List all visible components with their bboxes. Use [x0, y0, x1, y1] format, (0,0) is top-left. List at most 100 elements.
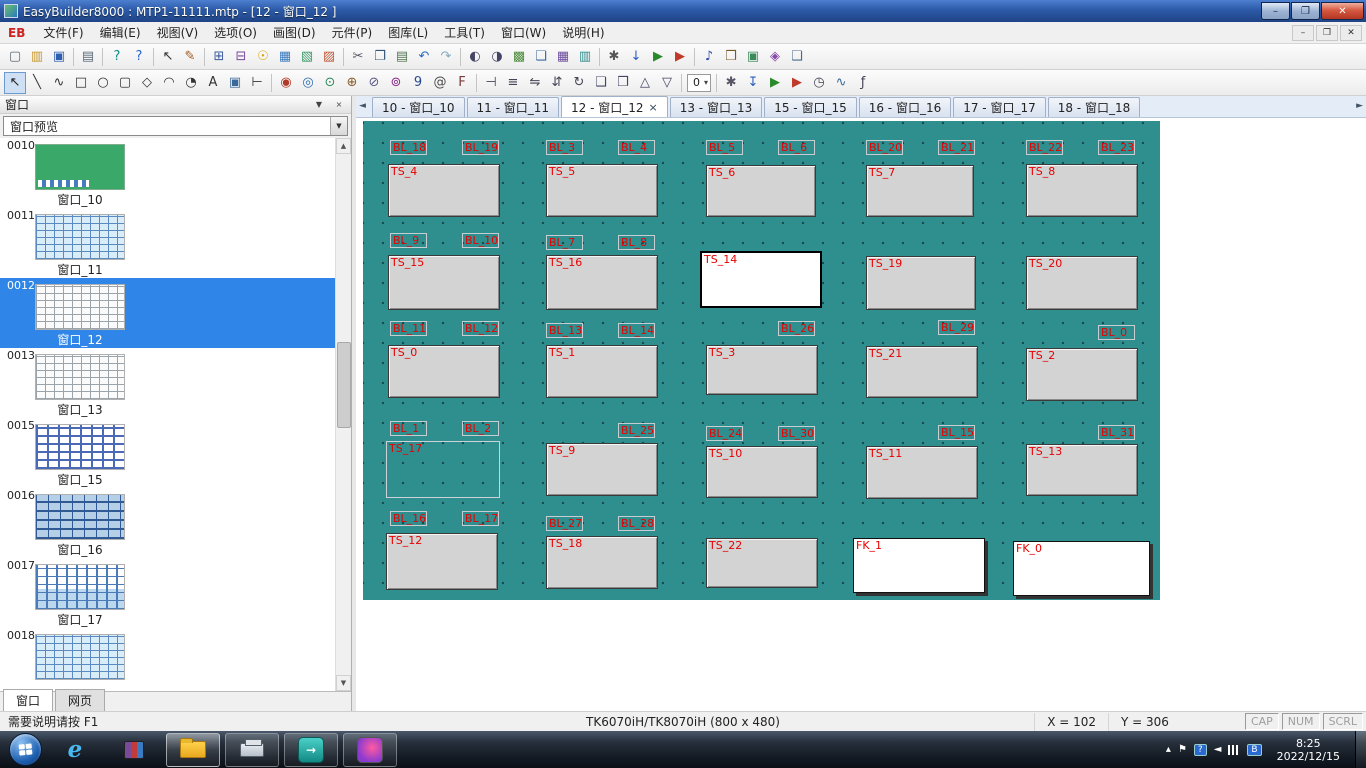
window-list-item-0013[interactable]: 0013窗口_13 — [0, 348, 335, 418]
window-preview-combo[interactable]: 窗口预览 ▼ — [3, 116, 348, 136]
macro-icon-icon[interactable]: ƒ — [852, 72, 874, 94]
close-button[interactable]: ✕ — [1321, 2, 1364, 20]
menu-item-工具(T)[interactable]: 工具(T) — [436, 22, 493, 43]
network-icon[interactable] — [1228, 745, 1240, 755]
window-list-item-0012[interactable]: 0012窗口_12 — [0, 278, 335, 348]
set-word-icon[interactable]: ⊕ — [341, 72, 363, 94]
taskbar-app-windows-explorer[interactable] — [166, 733, 220, 767]
ascii-input-icon[interactable]: @ — [429, 72, 451, 94]
canvas-widget-TS_7[interactable]: TS_7 — [866, 165, 974, 217]
tab-scroll-right-icon[interactable]: ► — [1356, 101, 1363, 111]
mdi-minimize-button[interactable]: – — [1292, 25, 1314, 41]
picture-library-icon[interactable]: ▣ — [742, 46, 764, 68]
tab-17---窗口_17[interactable]: 17 - 窗口_17 — [953, 97, 1046, 117]
context-help-icon[interactable]: ? — [128, 46, 150, 68]
send-to-back-icon[interactable]: ▽ — [656, 72, 678, 94]
panel-tab-window[interactable]: 窗口 — [3, 689, 53, 711]
menu-item-图库(L)[interactable]: 图库(L) — [380, 22, 436, 43]
simulate-online-icon[interactable]: ▶ — [669, 46, 691, 68]
window-cascade-icon[interactable]: ❏ — [530, 46, 552, 68]
print-icon[interactable]: ▤ — [77, 46, 99, 68]
canvas-widget-BL_10[interactable]: BL_10 — [462, 233, 499, 248]
address-grid-icon[interactable]: ▥ — [574, 46, 596, 68]
scroll-up-icon[interactable]: ▲ — [336, 138, 351, 154]
tab-close-icon[interactable]: × — [649, 101, 658, 114]
window-list-scrollbar[interactable]: ▲ ▼ — [335, 138, 351, 691]
window-list-item-0015[interactable]: 0015窗口_15 — [0, 418, 335, 488]
picture-tool-icon[interactable]: ▣ — [224, 72, 246, 94]
window-tile-icon[interactable]: ▩ — [508, 46, 530, 68]
polyline-tool-icon[interactable]: ∿ — [48, 72, 70, 94]
flip-vertical-icon[interactable]: ⇵ — [546, 72, 568, 94]
canvas-widget-BL_1[interactable]: BL_1 — [390, 421, 427, 436]
start-button[interactable] — [9, 733, 42, 766]
panel-close-icon[interactable]: × — [332, 100, 346, 109]
window-list-item-0010[interactable]: 0010窗口_10 — [0, 138, 335, 208]
undo-icon[interactable]: ↶ — [413, 46, 435, 68]
compile-icon[interactable]: ✱ — [603, 46, 625, 68]
canvas-widget-FK_0[interactable]: FK_0 — [1013, 541, 1150, 596]
window-list-item-0016[interactable]: 0016窗口_16 — [0, 488, 335, 558]
download-icon[interactable]: ↓ — [625, 46, 647, 68]
flip-horizontal-icon[interactable]: ⇋ — [524, 72, 546, 94]
canvas-widget-TS_19[interactable]: TS_19 — [866, 256, 976, 310]
restore-button[interactable]: ❐ — [1291, 2, 1320, 20]
open-window-icon[interactable]: ▧ — [296, 46, 318, 68]
canvas-widget-TS_5[interactable]: TS_5 — [546, 164, 658, 217]
canvas-widget-TS_20[interactable]: TS_20 — [1026, 256, 1138, 310]
toggle-switch-icon[interactable]: ⊘ — [363, 72, 385, 94]
close-window-icon[interactable]: ▨ — [318, 46, 340, 68]
menu-item-说明(H)[interactable]: 说明(H) — [554, 22, 612, 43]
canvas-widget-TS_3[interactable]: TS_3 — [706, 345, 818, 395]
bulb-icon[interactable]: ☉ — [252, 46, 274, 68]
tab-11---窗口_11[interactable]: 11 - 窗口_11 — [467, 97, 560, 117]
canvas-widget-BL_4[interactable]: BL_4 — [618, 140, 655, 155]
canvas-widget-TS_17[interactable]: TS_17 — [386, 441, 500, 498]
word-lamp-icon[interactable]: ◎ — [297, 72, 319, 94]
copy-icon[interactable]: ❐ — [369, 46, 391, 68]
canvas-widget-TS_11[interactable]: TS_11 — [866, 446, 978, 499]
canvas-widget-BL_29[interactable]: BL_29 — [938, 320, 975, 335]
time-icon-icon[interactable]: ◷ — [808, 72, 830, 94]
help-center-icon[interactable]: ? — [1194, 744, 1207, 756]
tab-10---窗口_10[interactable]: 10 - 窗口_10 — [372, 97, 465, 117]
panel-tab-web[interactable]: 网页 — [55, 689, 105, 711]
canvas-widget-TS_16[interactable]: TS_16 — [546, 255, 658, 310]
help-topics-icon[interactable]: ? — [106, 46, 128, 68]
address-tag-library-icon[interactable]: ❒ — [720, 46, 742, 68]
window-list-item-0017[interactable]: 0017窗口_17 — [0, 558, 335, 628]
canvas-widget-BL_18[interactable]: BL_18 — [390, 140, 427, 155]
canvas-widget-BL_15[interactable]: BL_15 — [938, 425, 975, 440]
round-rect-tool-icon[interactable]: ▢ — [114, 72, 136, 94]
canvas-widget-FK_1[interactable]: FK_1 — [853, 538, 985, 593]
hidden-icons-icon[interactable]: ▴ — [1166, 744, 1171, 755]
pen-tool-icon[interactable]: ✎ — [179, 46, 201, 68]
grid-toggle-icon[interactable]: ⊞ — [208, 46, 230, 68]
canvas-widget-BL_17[interactable]: BL_17 — [462, 511, 499, 526]
canvas-widget-BL_19[interactable]: BL_19 — [462, 140, 499, 155]
canvas-widget-BL_20[interactable]: BL_20 — [866, 140, 903, 155]
canvas-widget-TS_22[interactable]: TS_22 — [706, 538, 818, 588]
canvas-widget-BL_3[interactable]: BL_3 — [546, 140, 583, 155]
canvas-widget-BL_8[interactable]: BL_8 — [618, 235, 655, 250]
taskbar-app-easybuilder-tool[interactable]: → — [284, 733, 338, 767]
ungroup-icon[interactable]: ❒ — [612, 72, 634, 94]
state-0-icon[interactable]: ◐ — [464, 46, 486, 68]
state-1-icon[interactable]: ◑ — [486, 46, 508, 68]
hmi-canvas[interactable]: BL_18BL_19BL_3BL_4BL_5BL_6BL_20BL_21BL_2… — [363, 121, 1160, 600]
mdi-restore-button[interactable]: ❐ — [1316, 25, 1338, 41]
tab-12---窗口_12[interactable]: 12 - 窗口_12× — [561, 96, 668, 117]
canvas-widget-TS_18[interactable]: TS_18 — [546, 536, 658, 589]
canvas-widget-BL_9[interactable]: BL_9 — [390, 233, 427, 248]
window-list-icon[interactable]: ▦ — [274, 46, 296, 68]
canvas-widget-BL_0[interactable]: BL_0 — [1098, 325, 1135, 340]
chevron-down-icon[interactable]: ▼ — [330, 117, 347, 135]
snap-grid-icon[interactable]: ⊟ — [230, 46, 252, 68]
mdi-close-button[interactable]: ✕ — [1340, 25, 1362, 41]
minimize-button[interactable]: – — [1261, 2, 1290, 20]
canvas-widget-BL_7[interactable]: BL_7 — [546, 235, 583, 250]
notification-flag-icon[interactable]: ⚑ — [1178, 744, 1187, 755]
menu-item-选项(O)[interactable]: 选项(O) — [206, 22, 265, 43]
canvas-widget-BL_22[interactable]: BL_22 — [1026, 140, 1063, 155]
taskbar-clock[interactable]: 8:25 2022/12/15 — [1277, 737, 1340, 763]
